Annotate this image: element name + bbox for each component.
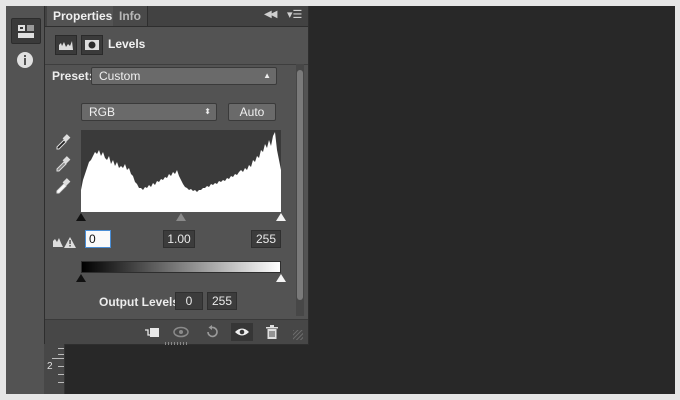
dropdown-arrow-icon: ▲	[263, 71, 271, 80]
toggle-visibility-icon	[235, 328, 249, 336]
black-point-eyedropper-icon[interactable]	[54, 132, 72, 150]
delete-icon	[266, 325, 278, 339]
panel-drag-handle[interactable]	[165, 342, 187, 345]
panel-menu-icon[interactable]: ▾☰	[287, 8, 302, 21]
resize-grip-icon[interactable]	[293, 330, 303, 340]
channel-dropdown[interactable]: RGB ⬍	[81, 103, 217, 121]
ruler-tick	[52, 358, 64, 359]
tab-properties[interactable]: Properties	[47, 6, 120, 26]
input-white-field[interactable]: 255	[251, 230, 281, 248]
properties-panel: Properties Info ◀◀ ▾☰ Levels Preset: Cus…	[44, 6, 309, 345]
white-point-eyedropper-icon[interactable]	[54, 176, 72, 194]
output-white-slider[interactable]	[276, 274, 286, 282]
reset-icon	[207, 325, 218, 338]
ruler-tick	[58, 348, 64, 349]
panel-dock-strip	[6, 6, 45, 394]
layer-mask-icon[interactable]	[81, 35, 103, 55]
view-previous-state-icon	[173, 326, 189, 338]
channel-value: RGB	[89, 105, 116, 119]
reset-button[interactable]	[201, 323, 223, 341]
toggle-visibility-button[interactable]	[231, 323, 253, 341]
panel-footer	[45, 319, 308, 344]
clip-to-layer-button[interactable]	[141, 323, 163, 341]
ruler-tick	[58, 382, 64, 383]
histogram-levels-icon[interactable]	[55, 35, 77, 55]
input-black-field[interactable]: 0	[85, 230, 111, 248]
clipping-warning-icon[interactable]	[52, 235, 76, 249]
info-icon	[17, 52, 33, 68]
collapse-panel-icon[interactable]: ◀◀	[264, 9, 277, 20]
panel-tab-bar: Properties Info ◀◀ ▾☰	[45, 6, 308, 27]
ruler-label: 2	[47, 361, 53, 372]
adjustments-properties-button[interactable]	[11, 18, 41, 44]
info-panel-button[interactable]	[11, 48, 39, 72]
ruler-tick	[58, 354, 64, 355]
delete-adjustment-button[interactable]	[261, 323, 283, 341]
auto-button[interactable]: Auto	[228, 103, 276, 121]
vertical-ruler: 2	[44, 344, 65, 394]
output-levels-label: Output Levels:	[99, 295, 184, 309]
preset-label: Preset:	[52, 69, 93, 83]
dropdown-arrow-icon: ⬍	[204, 107, 211, 116]
ruler-tick	[58, 366, 64, 367]
input-black-slider[interactable]	[76, 213, 86, 221]
input-white-slider[interactable]	[276, 213, 286, 221]
preset-dropdown[interactable]: Custom ▲	[91, 67, 277, 85]
view-previous-state-button[interactable]	[171, 323, 193, 341]
ruler-tick	[58, 374, 64, 375]
adjustment-header: Levels	[45, 26, 308, 65]
input-gamma-slider[interactable]	[176, 213, 186, 221]
panel-scrollbar[interactable]	[296, 64, 304, 316]
levels-histogram	[81, 130, 281, 212]
output-gradient-bar	[81, 261, 281, 273]
tab-info[interactable]: Info	[113, 6, 148, 26]
scrollbar-thumb[interactable]	[297, 70, 303, 300]
clip-to-layer-icon	[145, 328, 159, 337]
adjustment-title: Levels	[108, 37, 146, 51]
gray-point-eyedropper-icon[interactable]	[54, 154, 72, 172]
preset-value: Custom	[99, 69, 141, 83]
output-white-field[interactable]: 255	[207, 292, 237, 310]
output-black-field[interactable]: 0	[175, 292, 203, 310]
adjustments-icon	[18, 25, 34, 38]
input-gamma-field[interactable]: 1.00	[163, 230, 195, 248]
output-black-slider[interactable]	[76, 274, 86, 282]
